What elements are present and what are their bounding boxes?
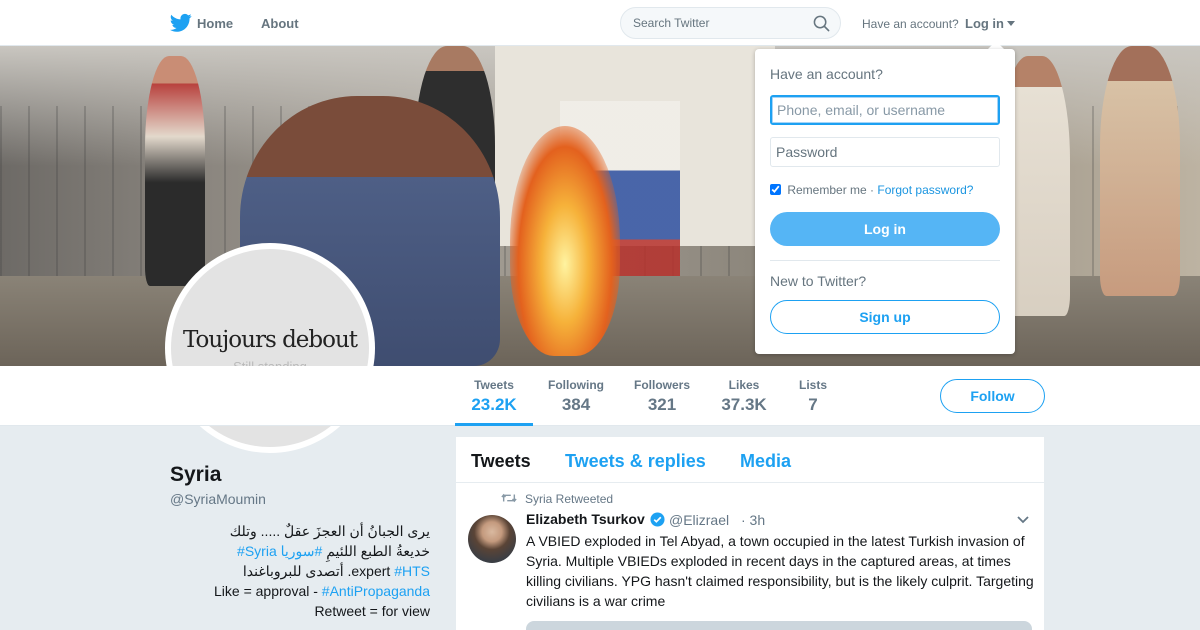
photo-fire <box>510 126 620 356</box>
bio-line: Like = approval - #AntiPropaganda <box>170 581 430 601</box>
tweet-text: A VBIED exploded in Tel Abyad, a town oc… <box>526 533 1034 609</box>
tab-media[interactable]: Media <box>740 451 791 472</box>
bio-text: . أتصدى للبروباغندا <box>242 563 352 579</box>
stat-label: Likes <box>728 378 760 392</box>
stat-tweets[interactable]: Tweets 23.2K <box>455 366 533 426</box>
bio-text: expert <box>351 563 391 579</box>
profile-nav: Tweets 23.2K Following 384 Followers 321… <box>0 366 1200 426</box>
profile-bio: يرى الجبانُ أن العجزَ عقلٌ ..... وتلك #S… <box>170 521 430 621</box>
remember-row: Remember me · Forgot password? <box>770 183 973 197</box>
stat-value: 7 <box>808 395 818 414</box>
photo-person <box>1100 46 1180 296</box>
bio-line: #Syria #سوريا خديعةُ الطبع اللئيمِ <box>170 541 430 561</box>
signup-button[interactable]: Sign up <box>770 300 1000 334</box>
nav-about-link[interactable]: About <box>261 16 299 31</box>
stat-label: Followers <box>633 378 690 392</box>
stat-lists[interactable]: Lists 7 <box>792 366 834 426</box>
stat-value: 23.2K <box>471 395 517 414</box>
search-box <box>620 7 841 39</box>
tweet-author-avatar[interactable] <box>468 515 516 563</box>
follow-button[interactable]: Follow <box>940 379 1045 413</box>
stat-value: 384 <box>561 395 591 414</box>
username-field[interactable] <box>770 95 1000 125</box>
stat-followers[interactable]: Followers 321 <box>626 366 698 426</box>
tab-tweets-replies[interactable]: Tweets & replies <box>565 451 706 472</box>
profile-handle[interactable]: @SyriaMoumin <box>170 491 266 507</box>
top-nav: Home About Have an account? Log in <box>0 0 1200 46</box>
password-field[interactable] <box>770 137 1000 167</box>
login-menu-toggle[interactable]: Log in <box>965 16 1004 31</box>
hashtag-link[interactable]: #سوريا <box>281 543 323 559</box>
hashtag-link[interactable]: #Syria <box>237 543 277 559</box>
login-button[interactable]: Log in <box>770 212 1000 246</box>
stat-label: Lists <box>798 378 827 392</box>
have-account-text: Have an account? <box>862 17 959 31</box>
bio-text: خديعةُ الطبع اللئيمِ <box>326 543 430 559</box>
search-input[interactable] <box>633 16 808 30</box>
dropdown-arrow <box>988 41 1004 49</box>
stat-value: 37.3K <box>721 395 767 414</box>
twitter-bird-icon[interactable] <box>170 13 192 33</box>
stat-following[interactable]: Following 384 <box>541 366 611 426</box>
retweet-icon <box>501 493 517 503</box>
timeline-tabs: Tweets Tweets & replies Media <box>456 437 1044 483</box>
bio-line: . أتصدى للبروباغنداexpert #HTS <box>170 561 430 581</box>
chevron-down-icon[interactable] <box>1016 515 1030 525</box>
tweet-author-name[interactable]: Elizabeth Tsurkov <box>526 511 645 527</box>
hashtag-link[interactable]: #AntiPropaganda <box>322 583 430 599</box>
remember-separator: · <box>866 183 878 197</box>
stat-likes[interactable]: Likes 37.3K <box>713 366 775 426</box>
caret-down-icon[interactable] <box>1007 21 1015 26</box>
login-dropdown: Have an account? Remember me · Forgot pa… <box>755 49 1015 354</box>
stat-label: Tweets <box>474 378 514 392</box>
bio-line: يرى الجبانُ أن العجزَ عقلٌ ..... وتلك <box>229 523 430 539</box>
new-to-twitter-text: New to Twitter? <box>770 273 867 289</box>
forgot-password-link[interactable]: Forgot password? <box>877 183 973 197</box>
remember-me-checkbox[interactable] <box>770 184 781 195</box>
divider <box>770 260 1000 261</box>
avatar-title: Toujours debout <box>182 327 358 353</box>
bio-line: Retweet = for view <box>314 603 430 619</box>
nav-home-link[interactable]: Home <box>197 16 233 31</box>
remember-me-label[interactable]: Remember me <box>787 183 866 197</box>
retweet-context[interactable]: Syria Retweeted <box>525 492 613 506</box>
stat-value: 321 <box>647 395 677 414</box>
tab-tweets[interactable]: Tweets <box>471 451 531 472</box>
tweet-timestamp[interactable]: · 3h <box>741 512 765 528</box>
verified-badge-icon <box>650 512 665 527</box>
timeline: Tweets Tweets & replies Media Syria Retw… <box>456 437 1044 630</box>
photo-person <box>145 56 205 286</box>
tweet-author-handle[interactable]: @Elizrael <box>669 512 729 528</box>
stat-label: Following <box>548 378 604 392</box>
tweet-media-preview[interactable] <box>526 621 1032 630</box>
profile-name[interactable]: Syria <box>170 463 221 487</box>
dropdown-title: Have an account? <box>770 66 883 82</box>
hashtag-link[interactable]: #HTS <box>394 563 430 579</box>
bio-text: Like = approval - <box>214 583 322 599</box>
search-icon[interactable] <box>813 15 830 32</box>
